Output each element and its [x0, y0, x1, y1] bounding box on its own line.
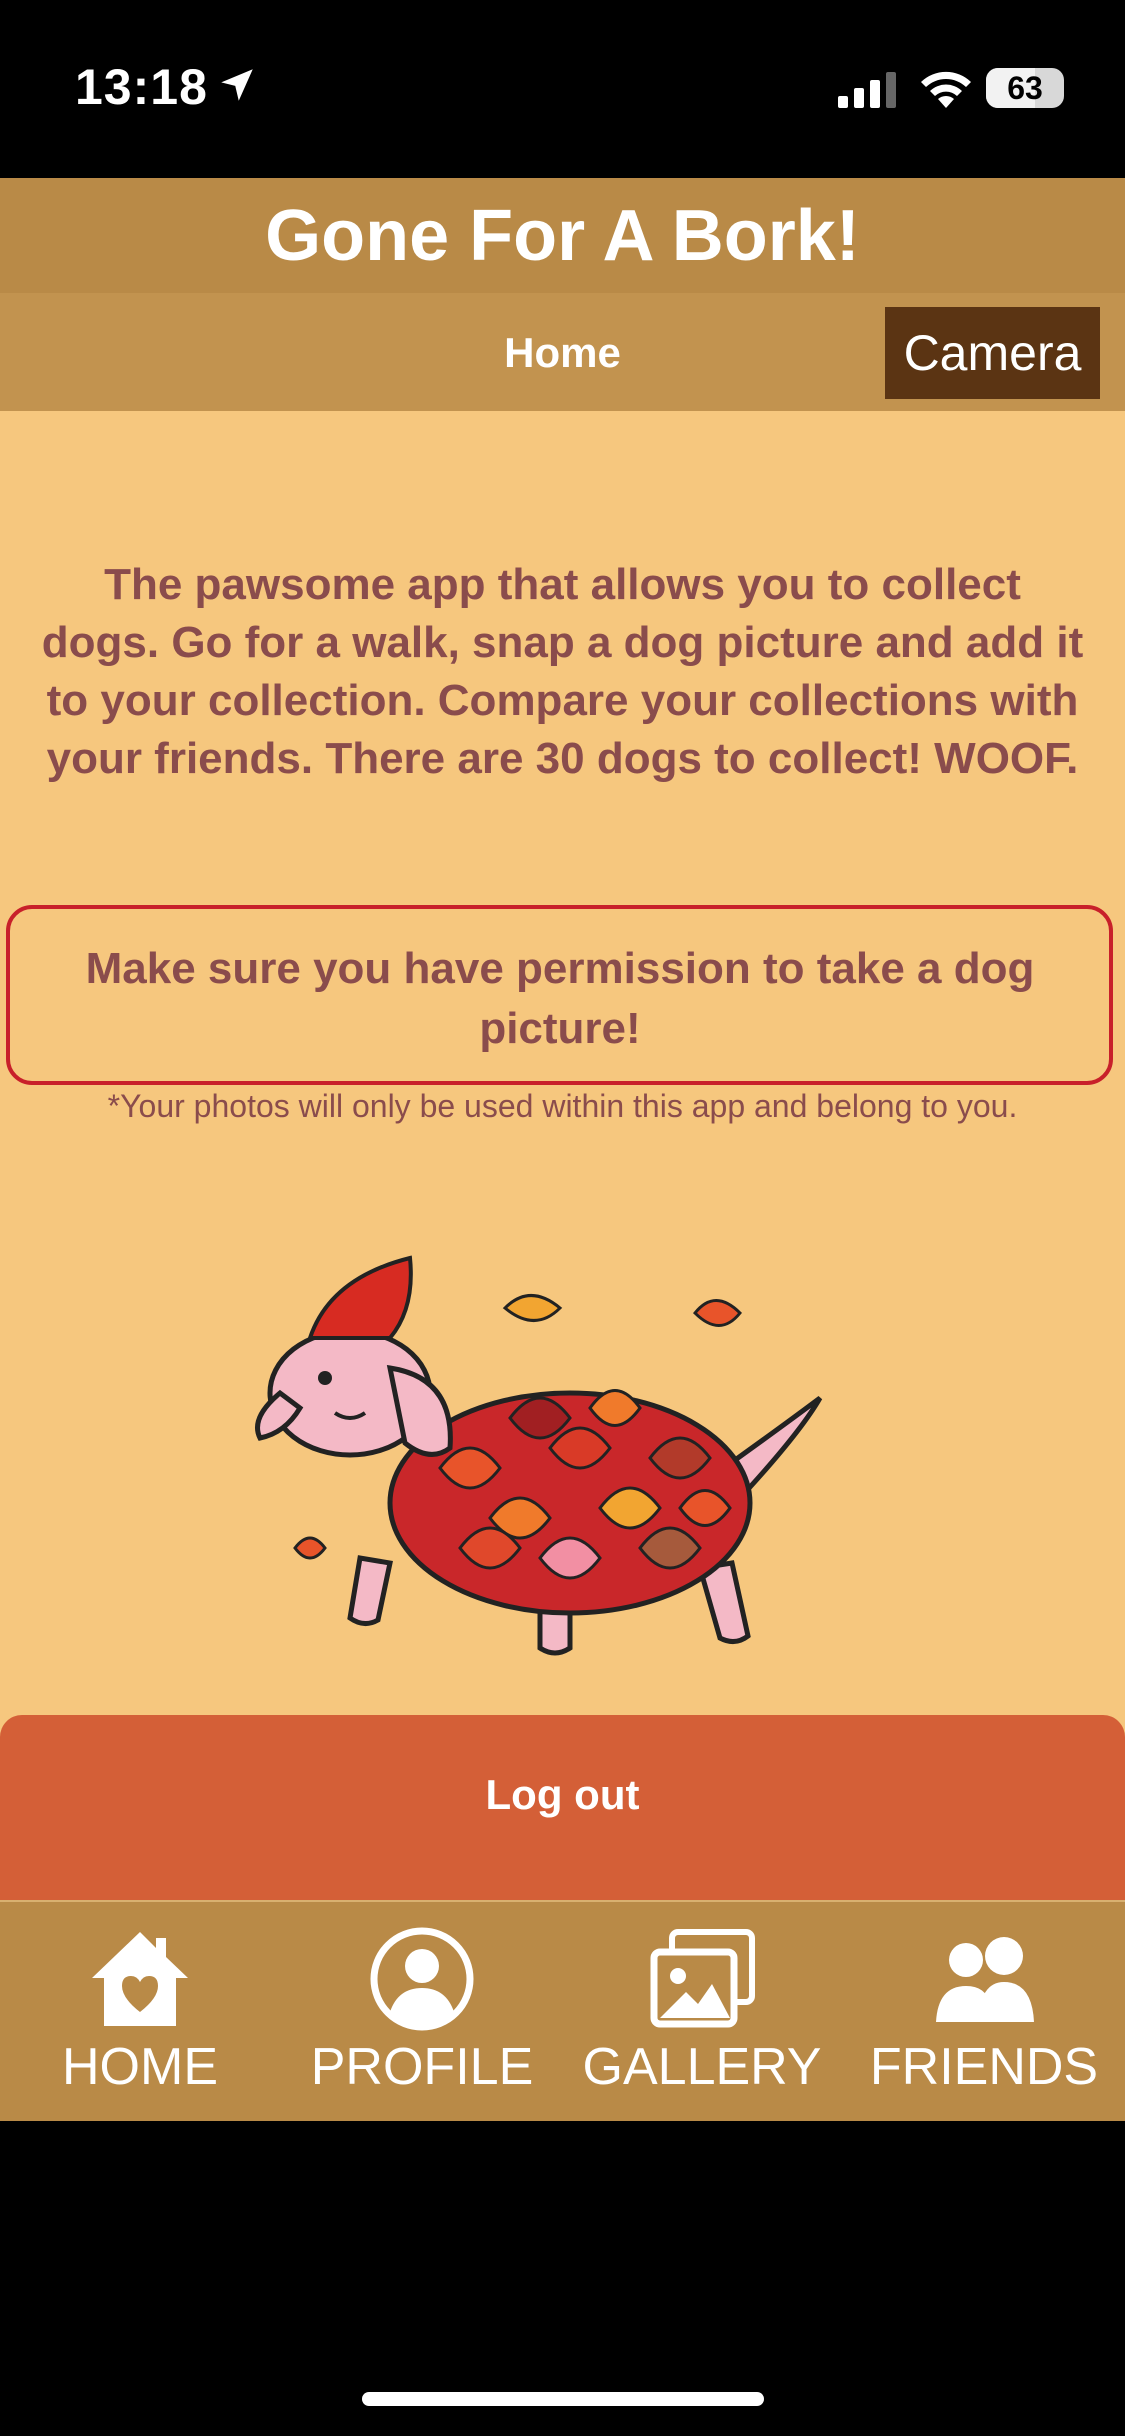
- battery-percent: 63: [1007, 70, 1043, 106]
- tab-profile[interactable]: PROFILE: [282, 1902, 562, 2121]
- intro-text: The pawsome app that allows you to colle…: [41, 560, 1084, 783]
- app-title: Gone For A Bork!: [265, 196, 860, 276]
- location-arrow-icon: [221, 69, 253, 101]
- nav-home-link[interactable]: Home: [480, 313, 645, 393]
- friends-icon: [936, 1937, 1034, 2022]
- tab-home[interactable]: HOME: [0, 1902, 280, 2121]
- logout-button[interactable]: Log out: [0, 1715, 1125, 1900]
- camera-button[interactable]: Camera: [885, 307, 1100, 399]
- tab-gallery-label: GALLERY: [582, 2038, 822, 2096]
- gallery-icon: [650, 1929, 755, 2028]
- top-nav: Home Camera: [0, 293, 1125, 411]
- battery-indicator: 63: [986, 68, 1064, 108]
- tab-profile-label: PROFILE: [310, 2038, 534, 2096]
- permission-notice: Make sure you have permission to take a …: [6, 905, 1113, 1085]
- tab-home-label: HOME: [62, 2038, 218, 2096]
- status-time: 13:18: [75, 59, 208, 115]
- tab-gallery[interactable]: GALLERY: [562, 1902, 842, 2121]
- cellular-signal-icon: [838, 72, 896, 108]
- app-header: Gone For A Bork!: [0, 178, 1125, 293]
- home-icon: [92, 1932, 188, 2026]
- home-indicator[interactable]: [362, 2392, 764, 2406]
- privacy-footnote: *Your photos will only be used within th…: [107, 1088, 1018, 1124]
- tab-friends[interactable]: FRIENDS: [844, 1902, 1124, 2121]
- permission-notice-text: Make sure you have permission to take a …: [85, 944, 1035, 1053]
- profile-icon: [370, 1927, 474, 2031]
- app-screen: Gone For A Bork! Home Camera The pawsome…: [0, 178, 1125, 2121]
- wifi-icon: [921, 71, 971, 108]
- tab-friends-label: FRIENDS: [869, 2038, 1099, 2096]
- tab-bar: HOME PROFILE GALLERY FRIENDS: [0, 1900, 1125, 2121]
- leaf-dog-illustration: [255, 1255, 823, 1656]
- status-bar: 13:18 63: [0, 0, 1125, 178]
